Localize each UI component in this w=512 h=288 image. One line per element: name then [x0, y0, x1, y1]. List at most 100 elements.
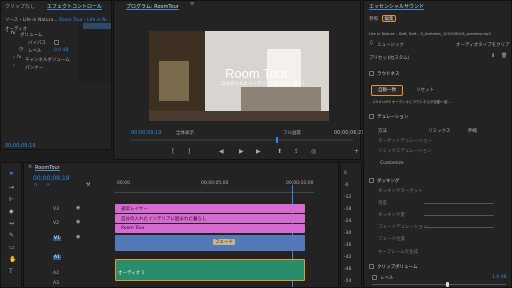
track-label-a1[interactable]: A1: [53, 255, 61, 260]
level-value-right[interactable]: 1.0 dB: [492, 275, 507, 280]
loudness-checkbox[interactable]: [369, 71, 374, 76]
clip-a1[interactable]: オーディオ 1: [115, 259, 305, 281]
essential-sound-title[interactable]: エッセンシャルサウンド: [369, 3, 424, 10]
ripple-edit-icon[interactable]: ⊩: [9, 197, 14, 203]
wrench-icon[interactable]: ⚒: [86, 183, 90, 188]
clip-v1-title[interactable]: Room Tour: [115, 224, 305, 233]
clip-v1-video[interactable]: フェード: [115, 235, 305, 251]
clip-v2[interactable]: 自分の入れたインテリアに囲まれた暮らし: [115, 214, 305, 223]
mark-in-icon[interactable]: ⁅: [172, 149, 174, 155]
eye-icon[interactable]: ◉: [76, 220, 80, 225]
snap-icon[interactable]: ∩: [34, 183, 38, 188]
meter-label: -6: [344, 183, 349, 188]
tab-edit[interactable]: 編集: [382, 15, 396, 22]
slip-tool-icon[interactable]: ↔: [9, 221, 14, 227]
mark-out-icon[interactable]: ⁆: [188, 149, 190, 155]
chevron-right-icon[interactable]: ›: [13, 64, 15, 69]
duration-section[interactable]: デュレーション: [377, 114, 408, 120]
effect-timecode[interactable]: 00;00;09;19: [5, 143, 36, 149]
preset-dropdown[interactable]: (カスタム): [388, 55, 410, 61]
customize-link[interactable]: Customize: [380, 161, 404, 166]
camera-icon[interactable]: ◎: [311, 149, 316, 155]
track-label-v1[interactable]: V1: [53, 236, 61, 241]
close-icon[interactable]: ×: [28, 165, 32, 170]
fade-duration-slider[interactable]: [424, 227, 494, 228]
step-forward-icon[interactable]: ▶: [256, 149, 261, 155]
meter-label: -30: [344, 231, 352, 236]
meter-label: -12: [344, 195, 352, 200]
loudness-section[interactable]: ラウドネス: [377, 71, 400, 77]
track-label-v3[interactable]: V3: [53, 207, 59, 212]
auto-match-button[interactable]: 自動一致: [371, 85, 403, 96]
type-tool-icon[interactable]: T: [9, 269, 13, 275]
lift-icon[interactable]: ⬆: [277, 149, 282, 155]
plus-icon[interactable]: +: [354, 149, 359, 155]
linked-selection-icon[interactable]: ∞: [46, 183, 50, 188]
clear-audio-type-button[interactable]: オーディオタイプをクリア: [456, 42, 510, 48]
generate-keyframes-button[interactable]: キーフレームを生成: [378, 249, 418, 255]
track-select-icon[interactable]: ⇥: [9, 185, 14, 191]
program-scrubber[interactable]: [131, 137, 353, 143]
tab-browse[interactable]: 参照: [369, 16, 378, 22]
track-label-a2[interactable]: A2: [53, 271, 59, 276]
level-checkbox[interactable]: [372, 275, 377, 280]
clip-volume-section[interactable]: クリップボリューム: [377, 264, 417, 270]
eye-icon[interactable]: ◉: [76, 206, 80, 211]
menu-icon[interactable]: ≡: [190, 2, 194, 7]
volume-effect-label[interactable]: ボリューム: [20, 32, 42, 38]
duration-checkbox[interactable]: [369, 114, 374, 119]
remix-option[interactable]: リミックス: [428, 128, 450, 134]
video-frame[interactable]: Room Tour 自分の入れたインテリアに囲まれた暮らし: [149, 31, 329, 121]
play-icon[interactable]: ▶: [239, 149, 244, 155]
save-preset-icon[interactable]: ⬇: [491, 54, 495, 59]
track-label-v2[interactable]: V2: [53, 221, 59, 226]
razor-tool-icon[interactable]: ◆: [9, 209, 14, 215]
program-monitor: プログラム: RoomTour ≡ Room Tour 自分の入れたインテリアに…: [113, 0, 365, 160]
chevron-right-icon[interactable]: ›: [13, 56, 15, 61]
selection-tool-icon[interactable]: ➤: [9, 171, 14, 177]
stopwatch-icon[interactable]: ◷: [19, 47, 23, 52]
chevron-down-icon[interactable]: ˅: [6, 32, 9, 37]
ducking-checkbox[interactable]: [369, 178, 374, 183]
ducking-amount-slider[interactable]: [424, 215, 494, 216]
tab-sequence[interactable]: RoomTour: [35, 165, 60, 171]
sensitivity-slider[interactable]: [424, 203, 494, 204]
delete-preset-icon[interactable]: 🗑: [501, 54, 507, 59]
track-label-a3[interactable]: A3: [53, 281, 59, 286]
remix-duration-label: リミックスデュレーション: [378, 149, 432, 154]
panner-label[interactable]: パンナー: [25, 65, 43, 71]
source-clip-label[interactable]: ソース・Life in Natura...: [5, 17, 58, 23]
fade-position-label: フェード位置: [378, 237, 405, 242]
meter-label: -48: [344, 267, 352, 272]
tab-source[interactable]: クリップなし: [5, 3, 35, 10]
tab-effect-controls[interactable]: エフェクトコントロール: [47, 3, 102, 10]
method-label: 方法: [378, 129, 387, 134]
rectangle-tool-icon[interactable]: ▭: [9, 245, 15, 251]
eye-icon[interactable]: ◉: [76, 235, 80, 240]
time-ruler[interactable]: [114, 187, 314, 193]
quality-dropdown[interactable]: フル画質: [283, 130, 301, 136]
sensitivity-label: 感度: [378, 201, 387, 206]
level-value[interactable]: 0.0 dB: [54, 48, 69, 53]
sequence-timecode[interactable]: 00;00;09;19: [33, 175, 70, 182]
extract-icon[interactable]: ⇪: [294, 149, 299, 155]
meter-label: -36: [344, 243, 352, 248]
transition-label[interactable]: フェード: [213, 239, 235, 245]
fit-dropdown[interactable]: 全体表示: [176, 130, 194, 136]
tab-program[interactable]: プログラム: RoomTour: [126, 3, 179, 10]
program-timecode[interactable]: 00;00;09;19: [131, 130, 162, 136]
ducking-section[interactable]: ダッキング: [377, 178, 399, 184]
pen-tool-icon[interactable]: ✎: [9, 233, 14, 239]
mini-timeline[interactable]: [77, 23, 111, 83]
hand-tool-icon[interactable]: ✋: [9, 257, 16, 263]
stretch-option[interactable]: 伸縮: [468, 128, 477, 134]
meter-label: 0: [344, 171, 347, 176]
level-slider[interactable]: [372, 282, 506, 287]
step-back-icon[interactable]: ◀: [219, 149, 224, 155]
reset-button[interactable]: リセット: [416, 87, 434, 93]
clip-v3[interactable]: 通常レイヤー: [115, 204, 305, 213]
ducking-amount-label: ダッキング量: [378, 213, 405, 218]
bypass-checkbox[interactable]: [54, 40, 59, 45]
clip-volume-checkbox[interactable]: [369, 264, 374, 269]
channel-volume-label[interactable]: チャンネルボリューム: [25, 57, 70, 63]
